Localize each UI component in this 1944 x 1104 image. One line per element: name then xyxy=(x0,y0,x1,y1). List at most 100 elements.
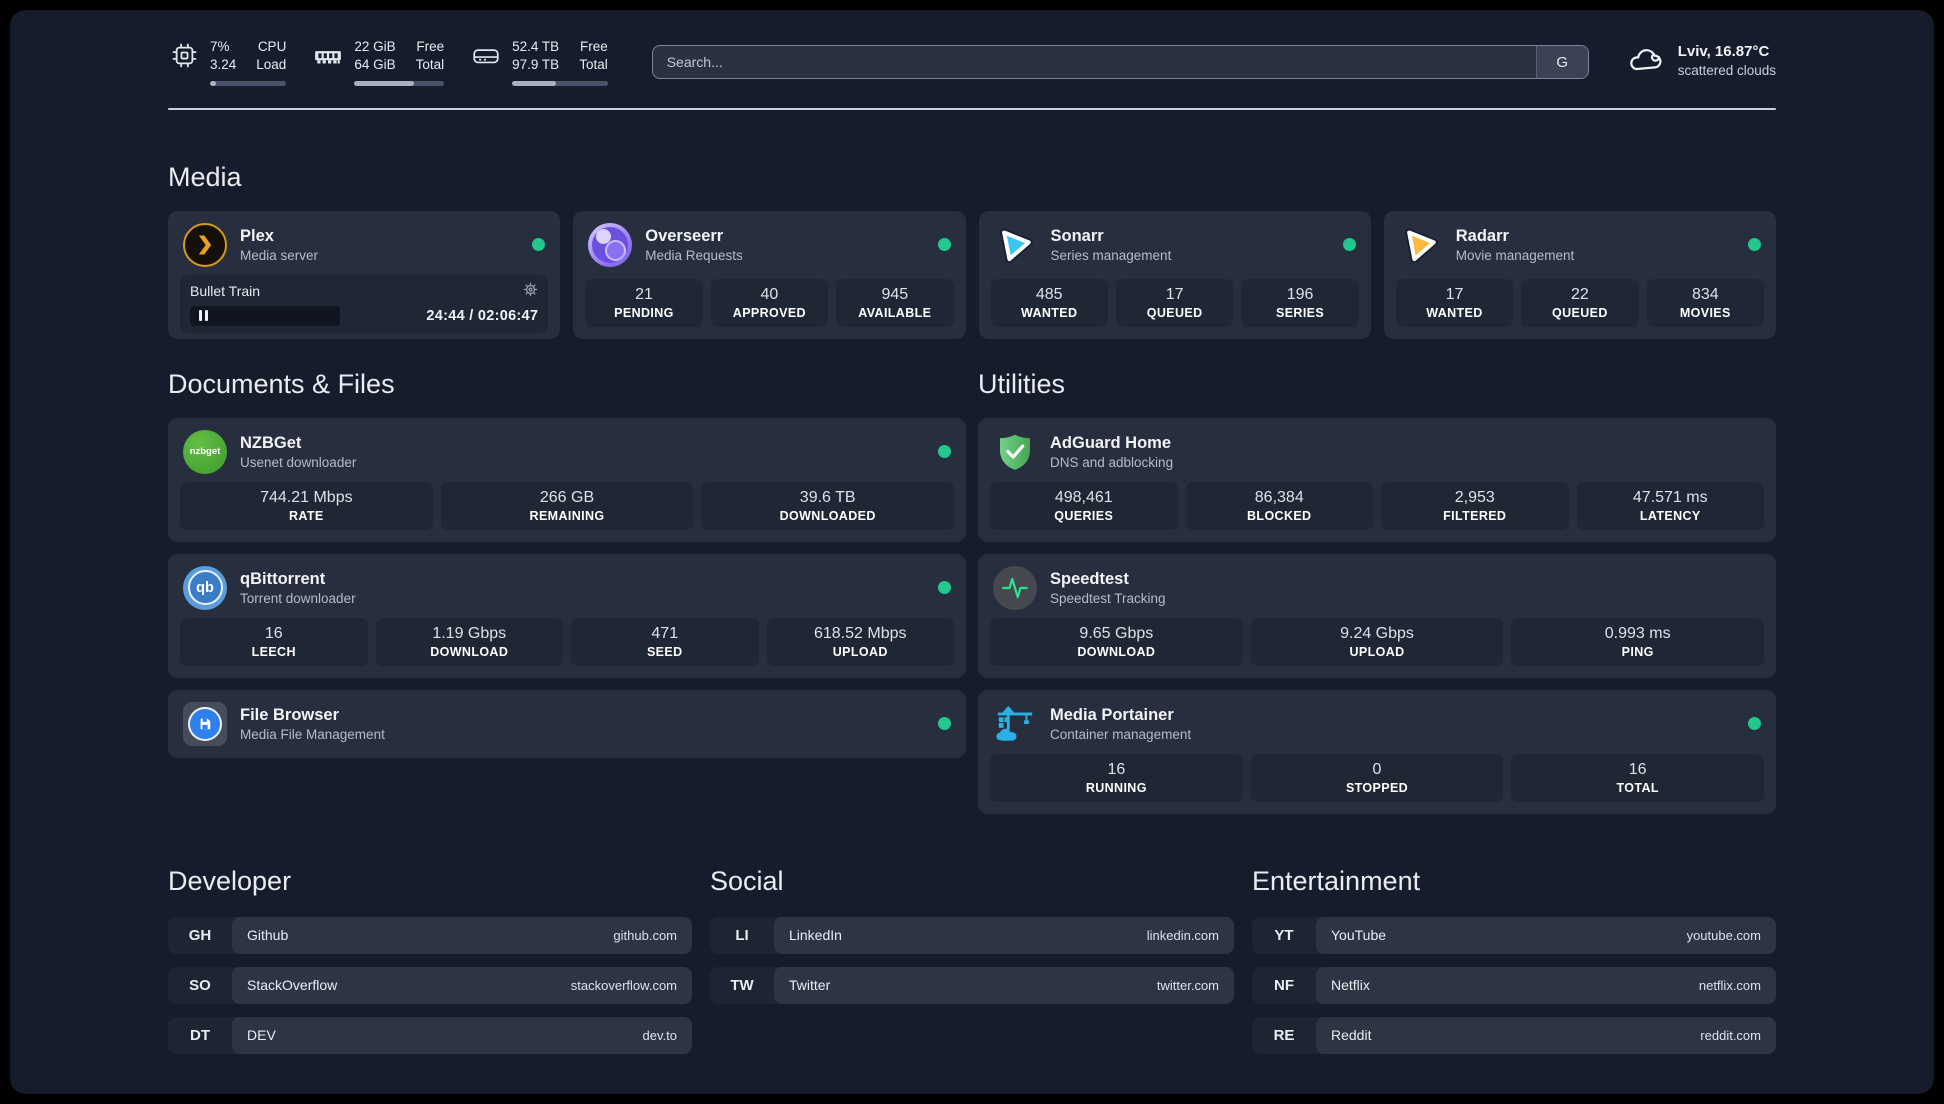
stat-box: 17 QUEUED xyxy=(1115,278,1234,327)
stat-row: 744.21 Mbps RATE 266 GB REMAINING 39.6 TB D… xyxy=(168,481,966,542)
disk-progress-bar xyxy=(512,80,608,86)
bookmark-github[interactable]: GH Github github.com xyxy=(168,916,692,954)
pause-icon xyxy=(199,310,202,322)
sonarr-icon xyxy=(994,223,1038,267)
stat-box: 17 WANTED xyxy=(1395,278,1514,327)
bookmark-netflix[interactable]: NF Netflix netflix.com xyxy=(1252,966,1776,1004)
cpu-metric: 7% 3.24 CPU Load xyxy=(168,38,287,86)
app-card-overseerr[interactable]: Overseerr Media Requests 21 PENDING 40 APP… xyxy=(573,210,966,339)
stat-box: 16 LEECH xyxy=(180,617,368,666)
utilities-column: Utilities AdGuard Home DNS and adblockin… xyxy=(978,369,1776,814)
bookmark-stackoverflow[interactable]: SO StackOverflow stackoverflow.com xyxy=(168,966,692,1004)
bookmark-abbr: GH xyxy=(188,926,212,944)
app-card-speedtest[interactable]: Speedtest Speedtest Tracking 9.65 Gbps DO… xyxy=(978,553,1776,678)
app-card-plex[interactable]: Plex Media server Bullet Train 24:44 / 0… xyxy=(168,210,561,339)
stat-row: 21 PENDING 40 APPROVED 945 AVAILABLE xyxy=(573,278,965,339)
entertainment-column: Entertainment YT YouTube youtube.com NF N… xyxy=(1252,866,1776,1054)
bookmark-reddit[interactable]: RE Reddit reddit.com xyxy=(1252,1016,1776,1054)
memory-values: 22 GiB 64 GiB xyxy=(354,39,396,72)
stat-box: 0.993 ms PING xyxy=(1511,617,1765,666)
app-title: Overseerr xyxy=(645,226,724,245)
app-title: Sonarr xyxy=(1050,226,1104,245)
app-title: AdGuard Home xyxy=(1050,433,1172,452)
search-input[interactable] xyxy=(652,46,1536,78)
qbittorrent-icon: qb xyxy=(183,565,227,610)
weather-location: Lviv, 16.87°C xyxy=(1677,43,1770,60)
adguard-shield-icon xyxy=(993,430,1037,474)
search-bar[interactable]: G xyxy=(651,45,1589,79)
weather-widget: Lviv, 16.87°C scattered clouds xyxy=(1627,42,1776,80)
social-column: Social LI LinkedIn linkedin.com TW Twitte… xyxy=(710,866,1234,1054)
bookmark-twitter[interactable]: TW Twitter twitter.com xyxy=(710,966,1234,1004)
stat-box: 471 SEED xyxy=(571,617,759,666)
bookmark-youtube[interactable]: YT YouTube youtube.com xyxy=(1252,916,1776,954)
stat-box: 945 AVAILABLE xyxy=(836,278,954,327)
app-title: qBittorrent xyxy=(240,569,326,588)
bookmark-dev[interactable]: DT DEV dev.to xyxy=(168,1016,692,1054)
stat-row: 17 WANTED 22 QUEUED 834 MOVIES xyxy=(1384,278,1776,339)
search-engine-button[interactable]: G xyxy=(1535,46,1588,78)
stat-box: 22 QUEUED xyxy=(1521,278,1639,327)
status-dot xyxy=(532,238,546,252)
memory-icon xyxy=(312,43,344,69)
app-title: Plex xyxy=(240,226,274,245)
app-card-qbittorrent[interactable]: qb qBittorrent Torrent downloader 16 LEEC… xyxy=(168,553,966,678)
stat-row: 485 WANTED 17 QUEUED 196 SERIES xyxy=(979,278,1371,339)
app-subtitle: Media server xyxy=(240,247,319,263)
radarr-icon xyxy=(1399,223,1443,267)
status-dot xyxy=(937,238,951,252)
status-dot xyxy=(1342,238,1356,252)
app-card-sonarr[interactable]: Sonarr Series management 485 WANTED 17 QUE… xyxy=(978,210,1371,339)
top-bar: 7% 3.24 CPU Load 22 GiB 64 GiB Free Tota… xyxy=(168,30,1776,86)
hard-drive-icon xyxy=(470,43,502,69)
status-dot xyxy=(1748,717,1761,731)
cpu-progress-bar xyxy=(210,80,287,86)
section-title-media: Media xyxy=(168,161,242,192)
app-subtitle: Media Requests xyxy=(645,247,743,263)
gear-icon[interactable] xyxy=(523,282,538,300)
bookmark-abbr: SO xyxy=(189,976,211,994)
app-subtitle: Movie management xyxy=(1455,247,1575,263)
app-subtitle: Container management xyxy=(1050,726,1192,742)
media-card-grid: Plex Media server Bullet Train 24:44 / 0… xyxy=(168,210,1776,339)
app-subtitle: DNS and adblocking xyxy=(1050,454,1174,470)
app-title: NZBGet xyxy=(240,433,302,452)
stat-box: 618.52 Mbps UPLOAD xyxy=(766,617,954,666)
app-card-portainer[interactable]: Media Portainer Container management 16 R… xyxy=(978,689,1776,814)
stat-box: 834 MOVIES xyxy=(1646,278,1765,327)
memory-metric: 22 GiB 64 GiB Free Total xyxy=(312,38,445,86)
bookmark-linkedin[interactable]: LI LinkedIn linkedin.com xyxy=(710,916,1234,954)
app-subtitle: Media File Management xyxy=(240,726,385,742)
portainer-crane-icon xyxy=(993,702,1037,746)
status-dot xyxy=(1748,238,1761,252)
dashboard-frame: 7% 3.24 CPU Load 22 GiB 64 GiB Free Tota… xyxy=(10,10,1934,1094)
filebrowser-icon xyxy=(183,701,227,746)
system-metrics: 7% 3.24 CPU Load 22 GiB 64 GiB Free Tota… xyxy=(168,38,608,86)
memory-labels: Free Total xyxy=(415,39,445,72)
app-card-nzbget[interactable]: nzbget NZBGet Usenet downloader 744.21 M… xyxy=(168,417,966,542)
stat-box: 40 APPROVED xyxy=(710,278,829,327)
status-dot xyxy=(938,581,951,595)
cloud-icon xyxy=(1627,44,1665,79)
section-title-developer: Developer xyxy=(168,865,292,896)
stat-box: 744.21 Mbps RATE xyxy=(180,481,433,530)
app-title: Radarr xyxy=(1455,226,1509,245)
status-dot xyxy=(938,717,951,731)
stat-box: 39.6 TB DOWNLOADED xyxy=(701,481,955,530)
app-card-adguard[interactable]: AdGuard Home DNS and adblocking 498,461 Q… xyxy=(978,417,1776,542)
plex-icon xyxy=(183,222,227,267)
speedtest-pulse-icon xyxy=(993,565,1037,610)
weather-condition: scattered clouds xyxy=(1677,63,1776,79)
stat-box: 47.571 ms LATENCY xyxy=(1576,481,1764,530)
app-card-filebrowser[interactable]: File Browser Media File Management xyxy=(168,689,966,758)
app-title: Media Portainer xyxy=(1050,705,1174,724)
bookmark-abbr: LI xyxy=(735,926,749,944)
pause-indicator xyxy=(190,305,340,326)
bookmark-abbr: RE xyxy=(1273,1026,1295,1044)
app-card-radarr[interactable]: Radarr Movie management 17 WANTED 22 QUEUE… xyxy=(1383,210,1776,339)
stat-box: 0 STOPPED xyxy=(1250,753,1504,802)
section-title-utilities: Utilities xyxy=(978,368,1066,399)
cpu-values: 7% 3.24 xyxy=(210,39,237,72)
stat-box: 498,461 QUERIES xyxy=(990,481,1178,530)
app-title: Speedtest xyxy=(1050,569,1129,588)
